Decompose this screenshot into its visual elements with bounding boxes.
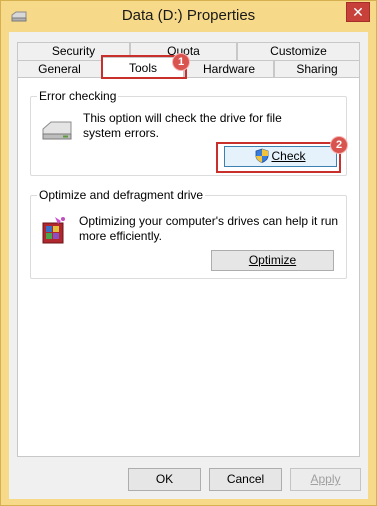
title-bar[interactable]: Data (D:) Properties ✕	[1, 1, 376, 32]
tab-label: General	[38, 62, 81, 76]
properties-window: Data (D:) Properties ✕ Security Quota Cu…	[0, 0, 377, 506]
tab-hardware[interactable]: Hardware	[184, 60, 274, 78]
optimize-line1: Optimizing your computer's drives can he…	[79, 214, 339, 228]
tab-sharing[interactable]: Sharing	[274, 60, 360, 78]
tab-label: Security	[51, 44, 96, 58]
optimize-button-label: Optimize	[248, 253, 297, 267]
tab-customize[interactable]: Customize	[237, 42, 360, 60]
apply-button[interactable]: Apply	[290, 468, 361, 491]
error-checking-heading: Error checking	[37, 89, 119, 103]
error-checking-line2: system errors.	[83, 126, 160, 140]
apply-button-label: Apply	[310, 472, 341, 486]
step-badge-1: 1	[173, 54, 189, 70]
tools-panel: Error checking This option will check th…	[17, 77, 360, 457]
dialog-client-area: Security Quota Customize General Tools H…	[9, 32, 368, 499]
close-icon: ✕	[352, 4, 364, 20]
hard-drive-icon	[41, 119, 73, 146]
close-button[interactable]: ✕	[346, 2, 370, 22]
optimize-group: Optimize and defragment drive Optimizing…	[30, 188, 347, 279]
ok-button[interactable]: OK	[128, 468, 201, 491]
tab-label: Customize	[270, 44, 327, 58]
tab-general[interactable]: General	[17, 60, 102, 78]
check-button-highlight	[216, 142, 341, 173]
optimize-heading: Optimize and defragment drive	[37, 188, 206, 202]
tab-label: Sharing	[296, 62, 338, 76]
step-badge-2: 2	[331, 137, 347, 153]
cancel-button[interactable]: Cancel	[209, 468, 282, 491]
optimize-line2: more efficiently.	[79, 229, 162, 243]
ok-button-label: OK	[155, 472, 174, 486]
window-title: Data (D:) Properties	[121, 7, 256, 24]
tab-label: Hardware	[202, 62, 256, 76]
optimize-button[interactable]: Optimize	[211, 250, 334, 271]
cancel-button-label: Cancel	[226, 472, 265, 486]
error-checking-line1: This option will check the drive for fil…	[83, 111, 282, 125]
defrag-icon	[41, 215, 69, 248]
